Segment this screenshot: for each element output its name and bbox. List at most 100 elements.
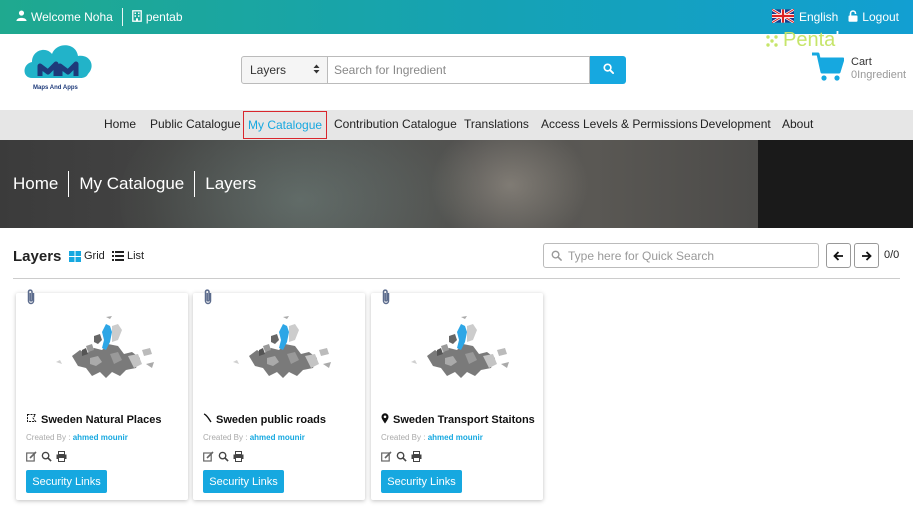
card-actions: [26, 451, 71, 462]
layer-card[interactable]: Sweden Natural Places Created By : ahmed…: [16, 289, 188, 500]
language-link[interactable]: English: [799, 10, 838, 24]
page-title: Layers: [13, 248, 62, 265]
search-group: Layers: [241, 56, 626, 84]
security-links-button[interactable]: Security Links: [26, 470, 107, 493]
layer-card[interactable]: Sweden Transport Staitons Created By : a…: [371, 289, 543, 500]
print-icon[interactable]: [56, 451, 67, 462]
created-by-label: Created By :: [203, 433, 248, 442]
created-by: Created By : ahmed mounir: [26, 433, 128, 442]
nav-about[interactable]: About: [782, 110, 813, 140]
uk-flag-icon: [771, 7, 795, 26]
org-link[interactable]: pentab: [146, 10, 183, 24]
building-icon: [131, 9, 142, 25]
nav-access-levels[interactable]: Access Levels & Permissions: [541, 110, 698, 140]
divider: [121, 8, 123, 26]
breadcrumb-my-catalogue[interactable]: My Catalogue: [79, 174, 184, 194]
security-links-button[interactable]: Security Links: [381, 470, 462, 493]
previous-page-button[interactable]: [826, 243, 851, 268]
author-link[interactable]: ahmed mounir: [428, 433, 483, 442]
nav-development[interactable]: Development: [700, 110, 771, 140]
line-icon: [203, 413, 212, 426]
list-label: List: [127, 250, 145, 262]
pentab-logo: Penta b: [766, 29, 846, 52]
grid-label: Grid: [84, 250, 105, 262]
cart-count: 0Ingredient: [851, 69, 907, 81]
search-button[interactable]: [590, 56, 626, 84]
main-nav: Home Public Catalogue My Catalogue Contr…: [0, 110, 913, 140]
breadcrumb-divider: [194, 171, 196, 197]
europe-map-thumbnail[interactable]: [46, 310, 158, 385]
lock-icon: [848, 9, 858, 25]
cart-summary[interactable]: Cart 0Ingredient: [851, 56, 906, 82]
list-view-toggle[interactable]: List: [112, 250, 144, 262]
grid-icon: [69, 250, 81, 262]
card-actions: [203, 451, 248, 462]
created-by-label: Created By :: [381, 433, 426, 442]
grid-view-toggle[interactable]: Grid: [69, 250, 105, 262]
card-actions: [381, 451, 426, 462]
zoom-icon[interactable]: [41, 451, 52, 462]
search-icon: [551, 250, 562, 261]
created-by-label: Created By :: [26, 433, 71, 442]
next-page-button[interactable]: [854, 243, 879, 268]
quick-search-input[interactable]: Type here for Quick Search: [543, 243, 819, 268]
layer-title[interactable]: Sweden Natural Places: [26, 413, 161, 426]
nav-contribution-catalogue[interactable]: Contribution Catalogue: [334, 110, 457, 140]
paperclip-icon: [203, 288, 213, 309]
breadcrumb: Home My Catalogue Layers: [13, 140, 256, 228]
layer-title-text: Sweden Transport Staitons: [393, 414, 535, 426]
paperclip-icon: [26, 288, 36, 309]
paperclip-icon: [381, 288, 391, 309]
pentab-brand-suffix: b: [835, 29, 847, 51]
edit-icon[interactable]: [26, 451, 37, 462]
user-icon: [16, 10, 27, 24]
pentab-dots-icon: [766, 34, 778, 47]
edit-icon[interactable]: [381, 451, 392, 462]
security-links-button[interactable]: Security Links: [203, 470, 284, 493]
zoom-icon[interactable]: [218, 451, 229, 462]
pentab-logo-panel: [758, 140, 913, 228]
sort-caret-icon: [313, 63, 320, 77]
breadcrumb-home[interactable]: Home: [13, 174, 58, 194]
layer-card[interactable]: Sweden public roads Created By : ahmed m…: [193, 289, 365, 500]
nav-public-catalogue[interactable]: Public Catalogue: [150, 110, 241, 140]
banner-glow: [430, 140, 590, 228]
nav-my-catalogue[interactable]: My Catalogue: [243, 111, 328, 139]
divider: [13, 278, 900, 279]
select-value: Layers: [250, 63, 287, 77]
cart-label: Cart: [851, 56, 872, 68]
layer-title-text: Sweden Natural Places: [41, 413, 162, 426]
cart-icon[interactable]: [812, 52, 845, 85]
nav-home[interactable]: Home: [104, 110, 136, 140]
layer-type-select[interactable]: Layers: [241, 56, 328, 84]
layer-title[interactable]: Sweden Transport Staitons: [381, 413, 535, 427]
layer-title-text: Sweden public roads: [216, 413, 327, 426]
europe-map-thumbnail[interactable]: [401, 310, 513, 385]
europe-map-thumbnail[interactable]: [223, 310, 335, 385]
pentab-brand: Penta: [783, 29, 836, 51]
print-icon[interactable]: [411, 451, 422, 462]
print-icon[interactable]: [233, 451, 244, 462]
zoom-icon[interactable]: [396, 451, 407, 462]
search-icon: [602, 63, 614, 77]
logo-text: Maps And Apps: [33, 85, 78, 91]
logout-link[interactable]: Logout: [862, 10, 899, 24]
polygon-icon: [26, 413, 37, 426]
welcome-text: Welcome Noha: [31, 10, 113, 24]
author-link[interactable]: ahmed mounir: [73, 433, 128, 442]
ingredient-search-input[interactable]: [328, 56, 590, 84]
pager-count: 0/0: [884, 249, 900, 261]
layer-title[interactable]: Sweden public roads: [203, 413, 326, 426]
nav-translations[interactable]: Translations: [464, 110, 529, 140]
breadcrumb-layers: Layers: [205, 174, 257, 193]
breadcrumb-divider: [68, 171, 70, 197]
map-pin-icon: [381, 413, 389, 427]
created-by: Created By : ahmed mounir: [381, 433, 483, 442]
arrow-right-icon: [861, 250, 872, 261]
page-banner: Home My Catalogue Layers: [0, 140, 913, 228]
arrow-left-icon: [833, 250, 844, 261]
edit-icon[interactable]: [203, 451, 214, 462]
created-by: Created By : ahmed mounir: [203, 433, 305, 442]
list-icon: [112, 251, 124, 261]
author-link[interactable]: ahmed mounir: [250, 433, 305, 442]
